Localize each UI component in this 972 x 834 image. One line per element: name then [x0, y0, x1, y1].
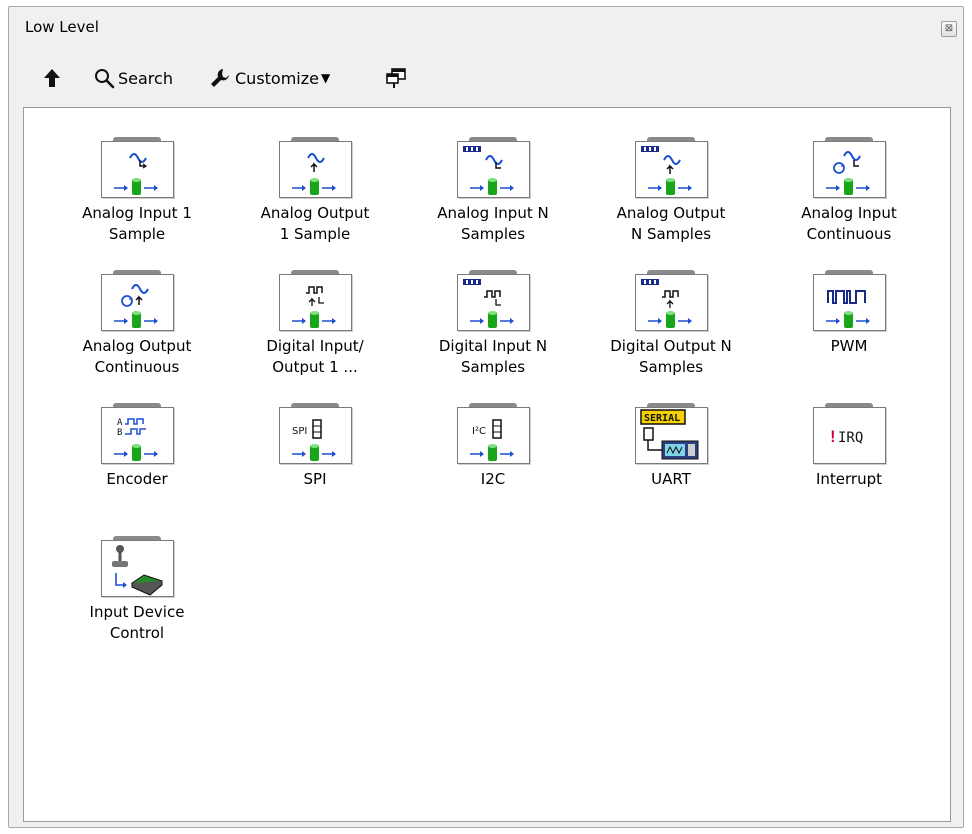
- palette-item-encoder[interactable]: A B Encoder: [57, 403, 217, 490]
- analog-input-n-samples-icon: [462, 146, 514, 195]
- title-bar: Low Level ⊠: [9, 7, 963, 47]
- item-label-line1: Analog Input: [801, 204, 897, 222]
- item-label-line1: PWM: [830, 337, 868, 355]
- customize-menu[interactable]: Customize ▼: [209, 61, 330, 95]
- item-label-line1: Analog Input 1: [82, 204, 192, 222]
- item-label-line1: Input Device: [89, 603, 185, 621]
- vi-icon-frame: ! IRQ: [812, 403, 886, 464]
- item-label-line1: I2C: [480, 470, 506, 488]
- restore-palette-button[interactable]: [385, 61, 407, 95]
- up-button[interactable]: [43, 61, 61, 95]
- palette-item-spi[interactable]: SPI SPI: [235, 403, 395, 490]
- item-label-line1: Analog Output: [260, 204, 370, 222]
- search-button[interactable]: Search: [93, 61, 173, 95]
- palette-item-analog-output-continuous[interactable]: Analog Output Continuous: [57, 270, 217, 378]
- vi-icon-frame: [634, 270, 708, 331]
- encoder-b-text: B: [117, 428, 122, 438]
- digital-io-1-sample-icon: [291, 286, 336, 328]
- vi-icon-frame: [812, 270, 886, 331]
- item-label-line1: Encoder: [106, 470, 168, 488]
- palette-item-pwm[interactable]: PWM: [769, 270, 929, 357]
- palette-item-digital-input-n-samples[interactable]: Digital Input N Samples: [413, 270, 573, 378]
- vi-icon-frame: [100, 536, 174, 597]
- vi-icon-frame: [456, 270, 530, 331]
- palette-item-analog-input-1-sample[interactable]: Analog Input 1 Sample: [57, 137, 217, 245]
- search-icon: [95, 69, 115, 89]
- irq-bang-text: !: [828, 427, 838, 446]
- analog-input-continuous-icon: [825, 151, 870, 195]
- item-label-line2: 1 Sample: [279, 225, 351, 243]
- digital-output-n-samples-icon: [640, 279, 692, 328]
- vi-icon-frame: [278, 137, 352, 198]
- item-label-line1: Digital Output N: [610, 337, 732, 355]
- analog-output-n-samples-icon: [640, 146, 692, 195]
- vi-icon-frame: SPI: [278, 403, 352, 464]
- vi-icon-frame: [634, 137, 708, 198]
- toolbar: Search Customize ▼: [9, 61, 963, 95]
- serial-icon-text: SERIAL: [644, 413, 680, 424]
- item-label-line2: Sample: [108, 225, 166, 243]
- i2c-icon-text: I²C: [472, 426, 486, 437]
- vi-icon-frame: A B: [100, 403, 174, 464]
- item-label-line1: Interrupt: [815, 470, 883, 488]
- encoder-icon: A B: [113, 418, 158, 461]
- analog-input-1-sample-icon: [113, 153, 158, 195]
- encoder-a-text: A: [117, 418, 123, 428]
- vi-icon-frame: [100, 270, 174, 331]
- item-label-line2: Samples: [638, 358, 704, 376]
- palette-item-interrupt[interactable]: ! IRQ Interrupt: [769, 403, 929, 490]
- palette-item-analog-output-n-samples[interactable]: Analog Output N Samples: [591, 137, 751, 245]
- up-arrow-icon: [44, 69, 60, 87]
- item-label-line1: Analog Output: [616, 204, 726, 222]
- spi-icon: SPI: [291, 419, 336, 461]
- item-label-line1: Digital Input N: [438, 337, 548, 355]
- vi-icon-frame: [100, 137, 174, 198]
- palette-item-analog-input-n-samples[interactable]: Analog Input N Samples: [413, 137, 573, 245]
- vi-icon-frame: SERIAL: [634, 403, 708, 464]
- analog-output-1-sample-icon: [291, 153, 336, 195]
- chevron-down-icon: ▼: [320, 71, 331, 85]
- vi-icon-frame: [278, 270, 352, 331]
- palette-content: Analog Input 1 Sample Analog Output 1 Sa…: [23, 107, 951, 822]
- palette-window: Low Level ⊠ Search Customize ▼ Analog In…: [8, 6, 964, 828]
- item-label-line2: Continuous: [806, 225, 892, 243]
- wrench-icon: [211, 69, 229, 87]
- vi-icon-frame: I²C: [456, 403, 530, 464]
- close-button[interactable]: ⊠: [941, 21, 957, 37]
- interrupt-icon: ! IRQ: [828, 427, 863, 446]
- palette-item-uart[interactable]: SERIAL UART: [591, 403, 751, 490]
- item-label-line2: Output 1 ...: [272, 358, 358, 376]
- palette-item-analog-input-continuous[interactable]: Analog Input Continuous: [769, 137, 929, 245]
- spi-icon-text: SPI: [292, 426, 307, 437]
- item-label-line1: SPI: [303, 470, 327, 488]
- vi-icon-frame: [812, 137, 886, 198]
- item-label-line2: Control: [109, 624, 165, 642]
- i2c-icon: I²C: [469, 419, 514, 461]
- item-label-line1: Digital Input/: [266, 337, 364, 355]
- palette-item-analog-output-1-sample[interactable]: Analog Output 1 Sample: [235, 137, 395, 245]
- pwm-icon: [825, 290, 870, 328]
- customize-label: Customize: [235, 68, 319, 88]
- search-label: Search: [118, 68, 173, 88]
- item-label-line1: Analog Output: [82, 337, 192, 355]
- uart-serial-icon: SERIAL: [639, 409, 698, 460]
- joystick-icon: [111, 545, 163, 596]
- palette-item-i2c[interactable]: I²C I2C: [413, 403, 573, 490]
- item-label-line2: Samples: [460, 225, 526, 243]
- item-label-line2: Samples: [460, 358, 526, 376]
- item-label-line2: Continuous: [94, 358, 180, 376]
- vi-icon-frame: [456, 137, 530, 198]
- palette-item-input-device-control[interactable]: Input Device Control: [57, 536, 217, 644]
- item-label-line2: N Samples: [630, 225, 712, 243]
- palette-item-digital-input-output-1[interactable]: Digital Input/ Output 1 ...: [235, 270, 395, 378]
- irq-icon-text: IRQ: [838, 430, 863, 446]
- item-label-line1: Analog Input N: [437, 204, 549, 222]
- restore-palette-icon: [386, 68, 406, 88]
- item-label-line1: UART: [651, 470, 691, 488]
- palette-item-digital-output-n-samples[interactable]: Digital Output N Samples: [591, 270, 751, 378]
- analog-output-continuous-icon: [113, 284, 158, 328]
- digital-input-n-samples-icon: [462, 279, 514, 328]
- window-title: Low Level: [25, 18, 99, 36]
